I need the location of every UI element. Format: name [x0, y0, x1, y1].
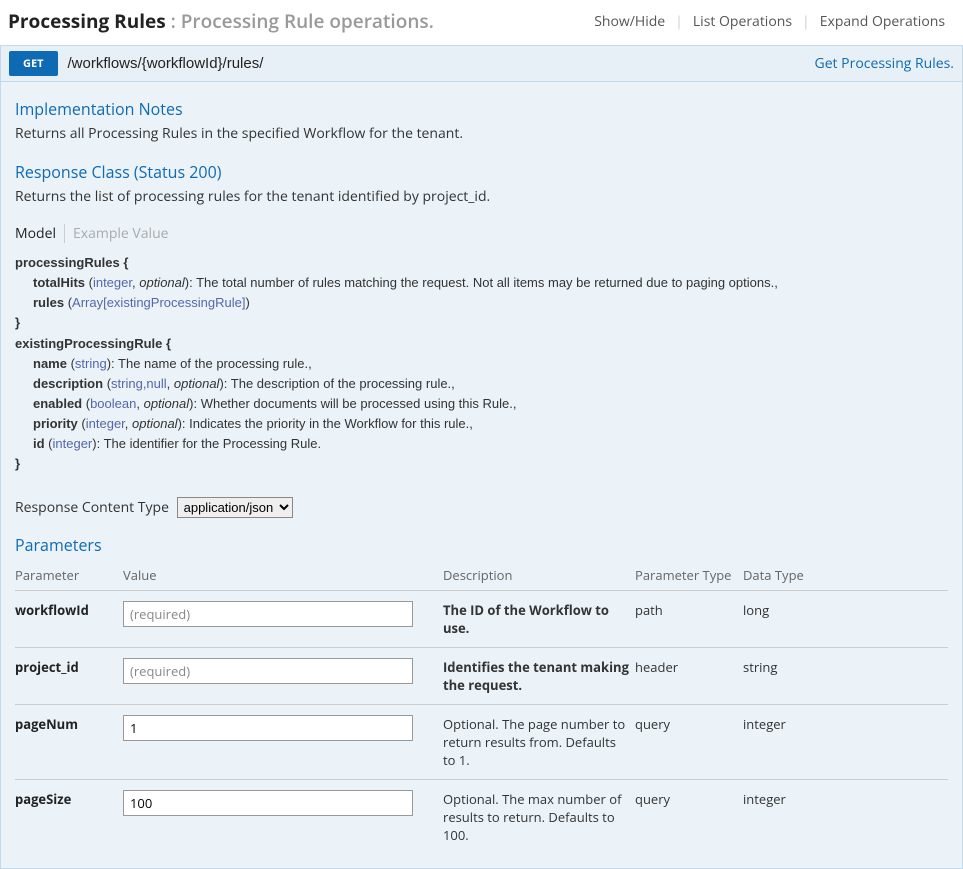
parameters-heading: Parameters: [15, 534, 948, 556]
separator: |: [802, 12, 810, 31]
col-data-type: Data Type: [743, 560, 948, 591]
field-name: priority: [33, 416, 78, 431]
model-line: name (string): The name of the processin…: [15, 354, 948, 374]
param-data-type: string: [743, 647, 948, 704]
tab-example-value[interactable]: Example Value: [64, 224, 177, 243]
param-type: query: [635, 704, 743, 779]
field-desc: ): The description of the processing rul…: [219, 376, 454, 391]
model-line: }: [15, 454, 948, 474]
model-line: description (string,null, optional): The…: [15, 374, 948, 394]
field-type: string: [75, 356, 107, 371]
resource-subtitle: : Processing Rule operations.: [166, 8, 434, 34]
separator: |: [675, 12, 683, 31]
param-input-workflowId[interactable]: [123, 601, 413, 627]
field-type: integer: [53, 436, 93, 451]
field-desc: ): The identifier for the Processing Rul…: [92, 436, 321, 451]
http-method-badge: GET: [9, 51, 58, 76]
field-name: name: [33, 356, 67, 371]
model-line: id (integer): The identifier for the Pro…: [15, 434, 948, 454]
field-desc: ): Whether documents will be processed u…: [189, 396, 516, 411]
col-description: Description: [443, 560, 635, 591]
resource-title-wrap: Processing Rules : Processing Rule opera…: [8, 8, 434, 34]
param-value-cell: [123, 590, 443, 647]
field-name: enabled: [33, 396, 82, 411]
operation-body: Implementation Notes Returns all Process…: [0, 82, 963, 869]
model-line: rules (Array[existingProcessingRule]): [15, 293, 948, 313]
operation-bar[interactable]: GET /workflows/{workflowId}/rules/ Get P…: [0, 45, 963, 82]
field-desc: ): The total number of rules matching th…: [185, 275, 778, 290]
model-line: }: [15, 313, 948, 333]
field-type: string,null: [111, 376, 167, 391]
param-name: pageNum: [15, 704, 123, 779]
operation-summary: Get Processing Rules.: [815, 54, 954, 73]
resource-title: Processing Rules: [8, 8, 166, 34]
col-value: Value: [123, 560, 443, 591]
param-name: pageSize: [15, 779, 123, 854]
operation-path: /workflows/{workflowId}/rules/: [68, 55, 815, 72]
col-parameter: Parameter: [15, 560, 123, 591]
model-line: totalHits (integer, optional): The total…: [15, 273, 948, 293]
field-optional: optional: [144, 396, 190, 411]
field-name: id: [33, 436, 45, 451]
model-line: processingRules {: [15, 253, 948, 273]
param-description: Optional. The page number to return resu…: [443, 704, 635, 779]
response-content-type-row: Response Content Type application/json: [15, 497, 948, 518]
model-line: existingProcessingRule {: [15, 334, 948, 354]
parameters-table: Parameter Value Description Parameter Ty…: [15, 560, 948, 854]
param-description: The ID of the Workflow to use.: [443, 590, 635, 647]
param-value-cell: [123, 704, 443, 779]
implementation-notes-text: Returns all Processing Rules in the spec…: [15, 124, 948, 143]
expand-operations-link[interactable]: Expand Operations: [810, 12, 955, 31]
list-operations-link[interactable]: List Operations: [683, 12, 802, 31]
response-content-type-label: Response Content Type: [15, 498, 169, 517]
field-optional: optional: [139, 275, 185, 290]
param-input-project_id[interactable]: [123, 658, 413, 684]
param-name: project_id: [15, 647, 123, 704]
field-optional: optional: [132, 416, 178, 431]
field-desc: ): The name of the processing rule.,: [107, 356, 312, 371]
field-type: Array[existingProcessingRule]: [72, 295, 245, 310]
field-type: integer: [93, 275, 132, 290]
field-type: integer: [86, 416, 125, 431]
param-name: workflowId: [15, 590, 123, 647]
param-description: Optional. The max number of results to r…: [443, 779, 635, 854]
model-tabs: ModelExample Value: [15, 224, 948, 243]
show-hide-link[interactable]: Show/Hide: [584, 12, 675, 31]
param-input-pageNum[interactable]: [123, 715, 413, 741]
param-value-cell: [123, 779, 443, 854]
response-class-text: Returns the list of processing rules for…: [15, 187, 948, 206]
table-row: project_id Identifies the tenant making t…: [15, 647, 948, 704]
model-line: enabled (boolean, optional): Whether doc…: [15, 394, 948, 414]
col-parameter-type: Parameter Type: [635, 560, 743, 591]
param-input-pageSize[interactable]: [123, 790, 413, 816]
param-type: path: [635, 590, 743, 647]
implementation-notes-heading: Implementation Notes: [15, 98, 948, 120]
field-name: description: [33, 376, 103, 391]
param-data-type: integer: [743, 704, 948, 779]
response-class-heading: Response Class (Status 200): [15, 161, 948, 183]
table-row: workflowId The ID of the Workflow to use.…: [15, 590, 948, 647]
model-schema: processingRules { totalHits (integer, op…: [15, 253, 948, 475]
tab-model[interactable]: Model: [15, 224, 64, 243]
parameters-header-row: Parameter Value Description Parameter Ty…: [15, 560, 948, 591]
param-type: header: [635, 647, 743, 704]
field-name: totalHits: [33, 275, 85, 290]
param-description: Identifies the tenant making the request…: [443, 647, 635, 704]
param-type: query: [635, 779, 743, 854]
field-optional: optional: [174, 376, 220, 391]
table-row: pageSize Optional. The max number of resu…: [15, 779, 948, 854]
table-row: pageNum Optional. The page number to retu…: [15, 704, 948, 779]
param-value-cell: [123, 647, 443, 704]
param-data-type: integer: [743, 779, 948, 854]
resource-header: Processing Rules : Processing Rule opera…: [0, 0, 963, 45]
field-desc: ): Indicates the priority in the Workflo…: [178, 416, 473, 431]
param-data-type: long: [743, 590, 948, 647]
resource-actions: Show/Hide|List Operations|Expand Operati…: [584, 12, 955, 31]
response-content-type-select[interactable]: application/json: [177, 497, 293, 518]
field-type: boolean: [90, 396, 136, 411]
model-line: priority (integer, optional): Indicates …: [15, 414, 948, 434]
field-name: rules: [33, 295, 64, 310]
